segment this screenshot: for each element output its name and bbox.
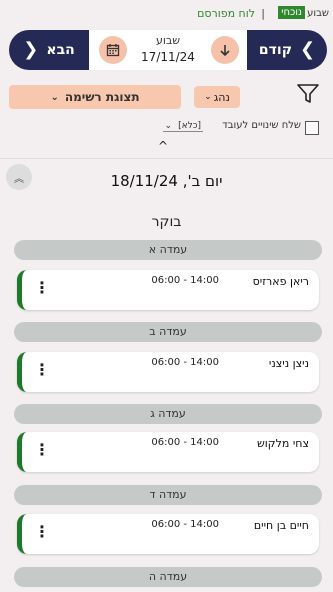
station-header: עמדה ה — [14, 567, 322, 587]
current-link[interactable]: נוכחי — [278, 6, 305, 19]
arrow-down-icon — [220, 45, 230, 57]
week-date: 17/11/24 — [141, 50, 195, 64]
shift-time: 06:00 - 14:00 — [151, 275, 219, 286]
more-options-icon[interactable]: ⋮ — [34, 524, 50, 540]
shift-time: 06:00 - 14:00 — [151, 437, 219, 448]
top-links: שבוע נוכחי | לוח מפורסם — [0, 6, 333, 26]
week-label: שבוע — [155, 34, 181, 47]
divider — [0, 158, 333, 159]
calendar-button[interactable] — [99, 36, 127, 64]
station-header: עמדה ג — [14, 404, 322, 424]
calendar-icon — [106, 44, 120, 57]
shift-card[interactable]: חיים בן חיים 06:00 - 14:00 ⋮ — [17, 514, 319, 554]
employee-name: חיים בן חיים — [253, 519, 309, 532]
next-label: הבא — [46, 42, 75, 58]
chevron-down-icon: ⌄ — [204, 92, 212, 102]
week-picker: שבוע 17/11/24 — [89, 30, 247, 70]
shift-card[interactable]: ניצן ניצני 06:00 - 14:00 ⋮ — [17, 352, 319, 392]
employee-name: צחי מלקוש — [257, 437, 309, 450]
station-header: עמדה א — [14, 240, 322, 260]
list-view-select[interactable]: תצוגת רשימה ⌄ — [9, 85, 181, 109]
send-changes-label: שלח שינויים לעובד — [222, 120, 301, 131]
chevron-down-icon: ⌄ — [50, 91, 59, 103]
shift-card[interactable]: ריאן פארזיס 06:00 - 14:00 ⋮ — [17, 270, 319, 310]
week-dropdown-button[interactable] — [211, 36, 239, 64]
chevron-right-icon: ❯ — [300, 39, 316, 60]
collapse-caret-icon[interactable]: ^ — [158, 139, 168, 153]
published-board-link[interactable]: לוח מפורסם — [197, 7, 255, 20]
driver-select[interactable]: נהג ⌄ — [194, 86, 240, 108]
send-changes-checkbox[interactable] — [305, 121, 319, 135]
filter-button[interactable] — [295, 84, 319, 106]
more-options-icon[interactable]: ⋮ — [34, 442, 50, 458]
day-title: יום ב', 18/11/24 — [110, 172, 223, 190]
separator: | — [261, 7, 265, 20]
station-header: עמדה ב — [14, 322, 322, 342]
week-text: שבוע — [307, 8, 329, 19]
list-view-label: תצוגת רשימה — [64, 90, 140, 104]
prev-week-button[interactable]: ❯ קודם — [247, 30, 327, 70]
next-week-button[interactable]: הבא ❮ — [9, 30, 89, 70]
more-options-icon[interactable]: ⋮ — [34, 362, 50, 378]
send-changes-select[interactable]: [כלא] ⌄ — [162, 121, 203, 132]
employee-name: ריאן פארזיס — [252, 275, 309, 288]
week-navigation-bar: ❯ קודם שבוע 17/11/24 הבא ❮ — [9, 30, 327, 70]
more-options-icon[interactable]: ⋮ — [34, 280, 50, 296]
period-title: בוקר — [151, 214, 182, 230]
employee-name: ניצן ניצני — [268, 357, 309, 370]
driver-select-label: נהג — [213, 90, 230, 104]
send-select-value: [כלא] — [178, 121, 201, 131]
shift-time: 06:00 - 14:00 — [151, 519, 219, 530]
chevron-down-icon: ⌄ — [164, 121, 173, 131]
chevron-left-icon: ❮ — [23, 39, 39, 60]
prev-label: קודם — [258, 42, 292, 58]
station-header: עמדה ד — [14, 485, 322, 505]
shift-card[interactable]: צחי מלקוש 06:00 - 14:00 ⋮ — [17, 432, 319, 472]
shift-time: 06:00 - 14:00 — [151, 357, 219, 368]
filter-icon — [297, 84, 319, 103]
